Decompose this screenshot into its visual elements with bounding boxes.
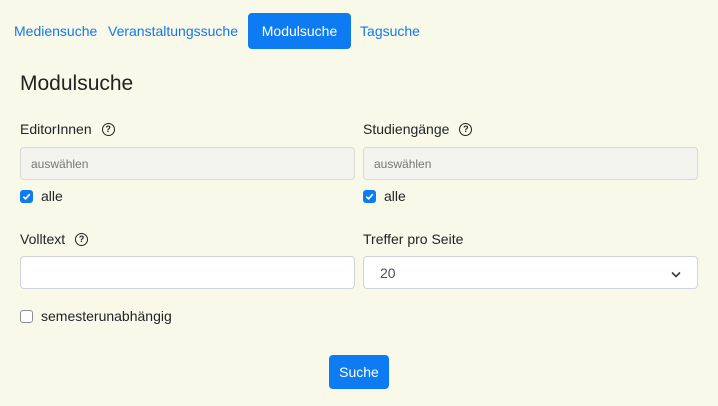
help-icon[interactable]: ?: [459, 122, 473, 136]
programs-all-checkbox[interactable]: alle: [363, 188, 406, 204]
editors-label-group: EditorInnen ?: [20, 121, 115, 137]
checkbox-checked-icon[interactable]: [20, 189, 33, 203]
fulltext-input[interactable]: [20, 256, 355, 289]
fulltext-label: Volltext: [20, 231, 66, 247]
search-button[interactable]: Suche: [329, 355, 389, 389]
page-title: Modulsuche: [20, 72, 134, 95]
fulltext-label-group: Volltext ?: [20, 231, 89, 247]
tab-veranstaltungssuche[interactable]: Veranstaltungssuche: [108, 13, 238, 49]
editors-all-label: alle: [41, 188, 63, 204]
checkbox-checked-icon[interactable]: [363, 189, 376, 203]
editors-select-input[interactable]: [20, 147, 355, 180]
per-page-label: Treffer pro Seite: [363, 231, 464, 247]
programs-all-label: alle: [384, 188, 406, 204]
per-page-label-group: Treffer pro Seite: [363, 231, 463, 247]
help-icon[interactable]: ?: [75, 232, 89, 246]
search-tabs: Mediensuche Veranstaltungssuche Modulsuc…: [14, 13, 425, 49]
editors-all-checkbox[interactable]: alle: [20, 188, 63, 204]
editors-label: EditorInnen: [20, 121, 92, 137]
semester-independent-checkbox[interactable]: semesterunabhängig: [20, 308, 172, 324]
semester-independent-label: semesterunabhängig: [41, 308, 172, 324]
tab-modulsuche[interactable]: Modulsuche: [248, 13, 351, 49]
chevron-down-icon: [671, 265, 681, 281]
tab-tagsuche[interactable]: Tagsuche: [355, 13, 425, 49]
per-page-select[interactable]: 20: [363, 256, 698, 289]
help-icon[interactable]: ?: [101, 122, 115, 136]
tab-mediensuche[interactable]: Mediensuche: [14, 13, 97, 49]
programs-select-input[interactable]: [363, 147, 698, 180]
checkbox-unchecked-icon[interactable]: [20, 309, 33, 323]
per-page-value: 20: [380, 264, 396, 281]
programs-label-group: Studiengänge ?: [363, 121, 473, 137]
programs-label: Studiengänge: [363, 121, 450, 137]
